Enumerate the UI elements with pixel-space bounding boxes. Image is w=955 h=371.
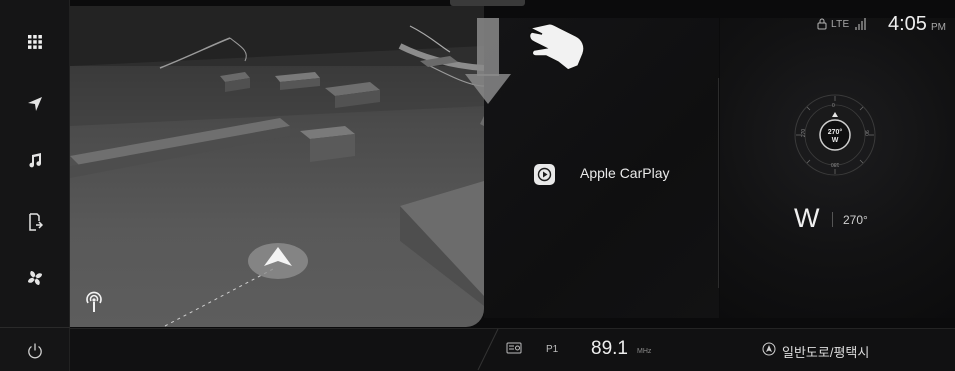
power-icon[interactable] [19, 335, 51, 367]
carplay-play-icon[interactable] [534, 164, 555, 185]
sidebar [0, 0, 70, 371]
clock-time: 4:05 [888, 13, 927, 35]
tap-gesture-hand-icon [527, 22, 588, 75]
navigation-arrow-icon[interactable] [19, 88, 51, 120]
radio-icon[interactable] [506, 341, 522, 359]
radio-frequency-unit: MHz [637, 348, 652, 355]
nav-arrow-icon [762, 342, 776, 361]
heading-direction: W [794, 203, 820, 233]
panel-divider [718, 78, 719, 288]
heading-degrees: 270° [843, 213, 868, 227]
navigation-map[interactable] [70, 6, 484, 327]
heading-separator [832, 212, 833, 227]
network-type: LTE [831, 19, 850, 30]
infotainment-screen: Apple CarPlay 0 90 180 270 270° W W 270°… [0, 0, 955, 371]
lock-icon [817, 17, 827, 35]
signal-strength-icon [855, 17, 867, 35]
rail-divider [0, 327, 70, 328]
radio-preset[interactable]: P1 [546, 344, 558, 355]
current-road[interactable]: 일반도로/평택시 [782, 342, 869, 361]
clock-ampm: PM [931, 22, 946, 33]
radio-signal-icon[interactable] [84, 290, 104, 314]
compass-center-direction: W [831, 137, 839, 144]
carplay-label[interactable]: Apple CarPlay [580, 165, 670, 181]
phone-projection-icon[interactable] [19, 206, 51, 238]
radio-frequency[interactable]: 89.1 [591, 338, 628, 360]
apps-grid-icon[interactable] [19, 26, 51, 58]
drag-handle[interactable] [450, 0, 525, 6]
compass-ring-label-180: 180 [831, 161, 840, 167]
bottom-bar-divider [477, 328, 499, 371]
music-note-icon[interactable] [19, 144, 51, 176]
compass-dial: 0 90 180 270 270° W [792, 92, 878, 178]
compass-ring-label-0: 0 [832, 103, 835, 109]
compass-center-degrees: 270° [827, 129, 843, 136]
swipe-down-arrow-icon [465, 18, 513, 111]
fan-icon[interactable] [19, 262, 51, 294]
